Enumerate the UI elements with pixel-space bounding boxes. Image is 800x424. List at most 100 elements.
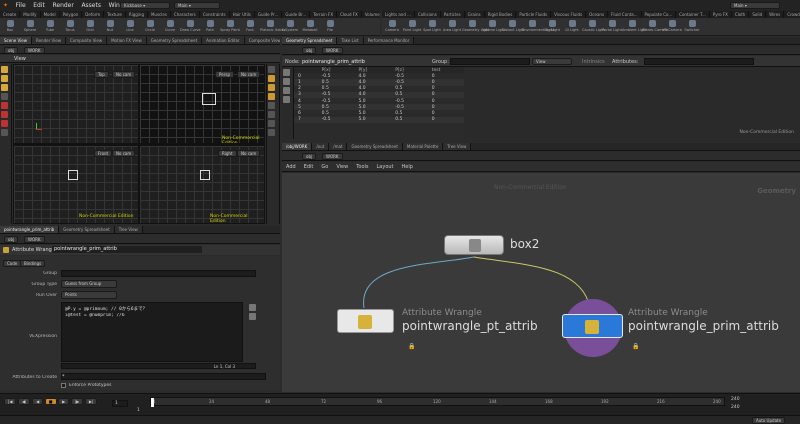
shelf-tool-sphere[interactable]: Sphere	[20, 18, 40, 35]
view-tool-icon[interactable]	[1, 93, 8, 100]
tab-bindings[interactable]: Bindings	[20, 260, 46, 267]
node-pointwrangle-pt[interactable]	[337, 309, 394, 333]
play-back-icon[interactable]: ◀	[32, 398, 44, 405]
view-persp-cam[interactable]: No cam	[237, 71, 261, 78]
shelf-tab-cloud-fx[interactable]: Cloud FX	[337, 11, 362, 18]
shelf-tab-modify[interactable]: Modify	[20, 11, 41, 18]
params-path-obj[interactable]: obj	[4, 236, 19, 243]
shelf-tab-polygon[interactable]: Polygon	[60, 11, 83, 18]
shelf-tool-platonic-solids[interactable]: Platonic Solids	[260, 18, 285, 35]
node-prim-name[interactable]: pointwrangle_prim_attrib	[628, 319, 779, 333]
shelf-tool-vr-camera[interactable]: VR Camera	[662, 18, 682, 35]
network-menu-help[interactable]: Help	[398, 162, 417, 171]
code-pin-icon[interactable]	[249, 313, 256, 320]
nw-path-obj[interactable]: obj	[302, 153, 317, 160]
shelf-tab-solid[interactable]: Solid	[749, 11, 767, 18]
shelf-tab-viscous-fluids[interactable]: Viscous Fluids	[551, 11, 587, 18]
node-pointwrangle-prim[interactable]	[562, 314, 623, 338]
tab-motion-fx-view[interactable]: Motion FX View	[107, 37, 147, 44]
step-forward-icon[interactable]: |▶	[70, 398, 84, 405]
lock-pt-icon[interactable]: 🔒	[408, 343, 415, 350]
shelf-tool-point-light[interactable]: Point Light	[402, 18, 422, 35]
shelf-tool-null[interactable]: Null	[100, 18, 120, 35]
view-front-cam[interactable]: No cam	[112, 150, 136, 157]
view-top-cam[interactable]: No cam	[112, 71, 136, 78]
right-combo-select[interactable]: Main ▾	[730, 2, 780, 9]
view-top-label[interactable]: Top	[94, 71, 109, 78]
network-editor[interactable]: Non-Commercial Edition Geometry box2 🔒 A…	[282, 173, 800, 392]
shelf-tab-fluid-conta[interactable]: Fluid Conta...	[608, 11, 642, 18]
ss-primitives-icon[interactable]	[283, 87, 290, 94]
handle-tool-icon[interactable]	[1, 75, 8, 82]
shelf-tab-wires[interactable]: Wires	[766, 11, 785, 18]
shelf-tool-volume-light[interactable]: Volume Light	[482, 18, 505, 35]
view-right-cam[interactable]: No cam	[237, 150, 261, 157]
shelf-tab-populate-co[interactable]: Populate Co...	[642, 11, 677, 18]
tab-composite-view[interactable]: Composite View	[244, 37, 280, 44]
shelf-tool-camera[interactable]: Camera	[382, 18, 402, 35]
params-node-name[interactable]: pointwrangle_prim_attrib	[52, 246, 202, 253]
magnet-icon[interactable]	[1, 120, 8, 127]
viewport-right[interactable]: Right No cam Non-Commercial Edition	[139, 145, 265, 224]
viewport-front[interactable]: Front No cam Non-Commercial Edition	[13, 145, 139, 224]
shelf-tab-texture[interactable]: Texture	[104, 11, 126, 18]
view-persp-label[interactable]: Persp	[215, 71, 234, 78]
network-menu-view[interactable]: View	[332, 162, 352, 171]
menu-render[interactable]: Render	[49, 0, 76, 11]
shelf-tab-deform[interactable]: Deform	[82, 11, 105, 18]
code-menu-icon[interactable]	[249, 304, 256, 311]
shelf-tab-terrain-fx[interactable]: Terrain FX	[310, 11, 338, 18]
network-menu-go[interactable]: Go	[317, 162, 332, 171]
group-type-select[interactable]: Guess from Group	[61, 280, 117, 288]
shelf-tool-distant-light[interactable]: Distant Light	[502, 18, 524, 35]
view-right-label[interactable]: Right	[218, 150, 237, 157]
shelf-tab-rigid-bodies[interactable]: Rigid Bodies	[485, 11, 517, 18]
tab-tree-view[interactable]: Tree View	[443, 143, 472, 150]
node-pt-name[interactable]: pointwrangle_pt_attrib	[402, 319, 538, 333]
shelf-tab-lights-and[interactable]: Lights and ...	[382, 11, 415, 18]
ss-detail-icon[interactable]	[283, 96, 290, 103]
tab-performance-monitor[interactable]: Performance Monitor	[363, 37, 415, 44]
run-over-select[interactable]: Points	[61, 291, 117, 299]
shelf-tab-container-t[interactable]: Container T...	[676, 11, 710, 18]
points-icon[interactable]	[268, 111, 275, 118]
shelf-tool-sky-light[interactable]: Sky Light	[542, 18, 562, 35]
tab-obj-work[interactable]: /obj/WORK	[282, 143, 313, 150]
tab-out[interactable]: /out	[312, 143, 330, 150]
params-path-work[interactable]: WORK	[24, 236, 45, 243]
ss-path-obj[interactable]: obj	[302, 47, 317, 54]
jump-start-icon[interactable]: |◀	[4, 398, 17, 405]
network-path-select[interactable]: Main ▾	[174, 2, 220, 9]
enforce-prototypes-checkbox[interactable]	[61, 383, 66, 388]
shelf-tab-collisions[interactable]: Collisions	[415, 11, 441, 18]
ss-node-name[interactable]: pointwrangle_prim_attrib	[302, 59, 365, 65]
ss-view-select[interactable]: View	[532, 58, 572, 65]
shelf-tool-portal-light[interactable]: Portal Light	[602, 18, 622, 35]
tab-mat[interactable]: /mat	[329, 143, 348, 150]
tab-material-palette[interactable]: Material Palette	[402, 143, 444, 150]
tab-geometry-spreadsheet[interactable]: Geometry Spreadsheet	[282, 37, 338, 44]
shelf-tool-caustic-light[interactable]: Caustic Light	[582, 18, 605, 35]
shelf-tool-tube[interactable]: Tube	[40, 18, 60, 35]
network-menu-tools[interactable]: Tools	[352, 162, 372, 171]
select-tool-icon[interactable]	[1, 66, 8, 73]
menu-assets[interactable]: Assets	[78, 0, 104, 11]
stop-icon[interactable]: ■	[44, 398, 57, 405]
pose-tool-icon[interactable]	[1, 84, 8, 91]
auto-update-button[interactable]: Auto Update	[752, 417, 786, 424]
shelf-tool-spot-light[interactable]: Spot Light	[422, 18, 442, 35]
shelf-tab-guide-br[interactable]: Guide Br...	[282, 11, 311, 18]
ghost-icon[interactable]	[268, 102, 275, 109]
viewport-quad[interactable]: Top No cam Persp No cam Non-Commercial E…	[13, 64, 265, 224]
shelf-tool-path[interactable]: Path	[200, 18, 220, 35]
node-box2-name[interactable]: box2	[510, 237, 539, 251]
ss-attributes-field[interactable]	[644, 58, 754, 65]
display-options-icon[interactable]	[1, 129, 8, 136]
shelf-tool-metaball[interactable]: Metaball	[300, 18, 320, 35]
shelf-tool-stereo-camera[interactable]: Stereo Camera	[642, 18, 668, 35]
ss-vertices-icon[interactable]	[283, 78, 290, 85]
path-work[interactable]: WORK	[24, 47, 45, 53]
menu-edit[interactable]: Edit	[30, 0, 48, 11]
shelf-tool-gi-light[interactable]: GI Light	[562, 18, 582, 35]
shelf-tab-characters[interactable]: Characters	[171, 11, 200, 18]
